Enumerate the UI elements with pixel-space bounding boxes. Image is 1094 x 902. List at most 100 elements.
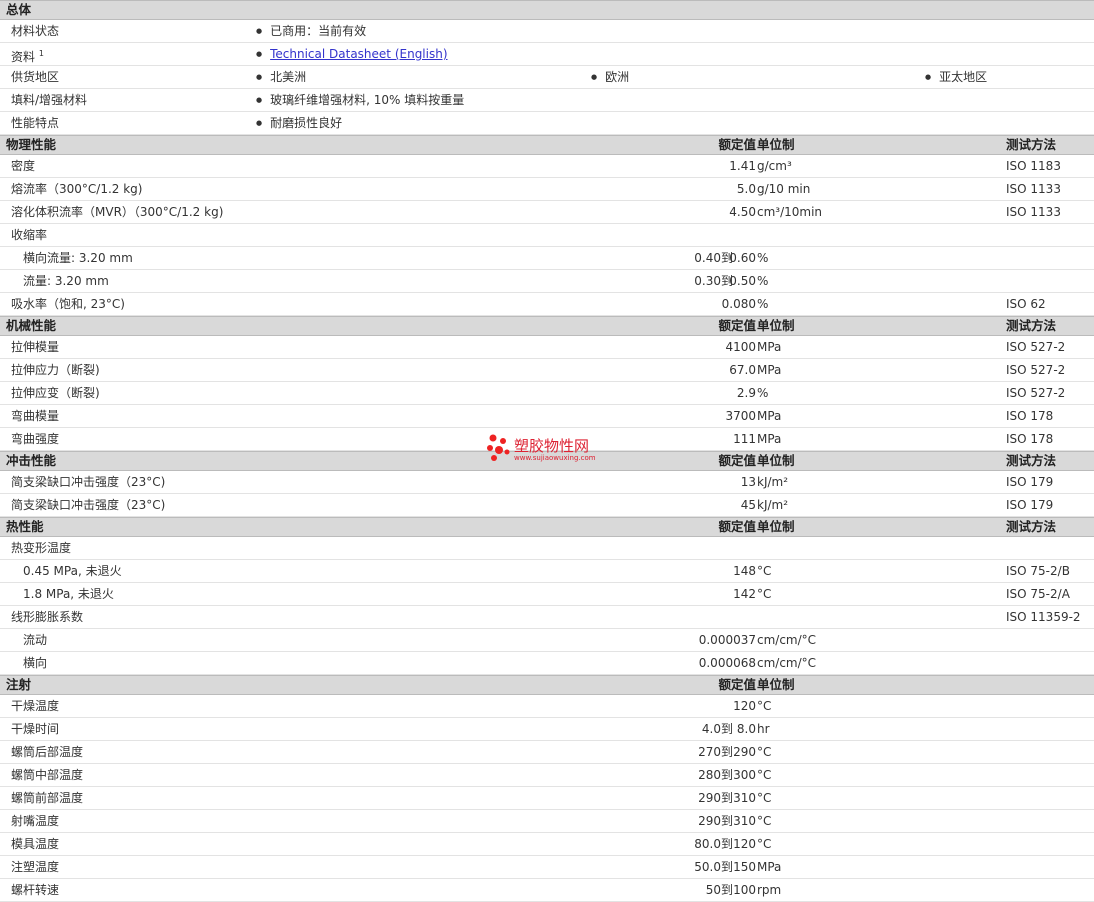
footnote-marker: 1 xyxy=(38,49,44,58)
row-features: 性能特点 耐磨损性良好 xyxy=(0,112,1094,135)
range-max: 150 xyxy=(733,860,756,874)
table-row: 熔流率（300°C/1.2 kg) 5.0 g/10 min ISO 1133 xyxy=(0,178,1094,201)
table-row: 螺杆转速 50 到 100 rpm xyxy=(0,879,1094,902)
row-documents: 资料 1 Technical Datasheet (English) xyxy=(0,43,1094,66)
row-filler: 填料/增强材料 玻璃纤维增强材料, 10% 填料按重量 xyxy=(0,89,1094,112)
range-min: 270 xyxy=(698,745,721,759)
watermark-logo: 塑胶物性网 www.sujiaowuxing.com xyxy=(484,432,614,466)
unit-value: cm/cm/°C xyxy=(757,656,817,670)
section-title: 机械性能 xyxy=(6,318,57,333)
table-row: 横向流量: 3.20 mm 0.40 到 0.60% xyxy=(0,247,1094,270)
table-row: 1.8 MPa, 未退火 142 °C ISO 75-2/A xyxy=(0,583,1094,606)
table-row: 干燥时间 4.0 到 8.0 hr xyxy=(0,718,1094,741)
region-north-america: 北美洲 xyxy=(256,66,306,90)
nominal-value: 45 xyxy=(740,498,756,512)
unit-value: MPa xyxy=(757,860,782,874)
test-method: ISO 75-2/A xyxy=(1006,587,1070,601)
range-min: 80.0 xyxy=(694,837,721,851)
range-max: 310 xyxy=(733,791,756,805)
section-title: 冲击性能 xyxy=(6,453,57,468)
property-label: 拉伸模量 xyxy=(11,340,60,354)
property-label: 螺筒前部温度 xyxy=(11,791,84,805)
unit-value: MPa xyxy=(757,409,782,423)
test-method-header: 测试方法 xyxy=(1006,453,1057,468)
range-min: 4.0 xyxy=(701,722,721,736)
property-label: 干燥时间 xyxy=(11,722,60,736)
nominal-value: 142 xyxy=(733,587,756,601)
region-asia-pacific: 亚太地区 xyxy=(925,66,987,90)
test-method: ISO 178 xyxy=(1006,409,1054,423)
property-label: 吸水率（饱和, 23°C) xyxy=(11,297,125,311)
row-availability: 供货地区 北美洲 欧洲 亚太地区 xyxy=(0,66,1094,89)
property-label: 螺筒后部温度 xyxy=(11,745,84,759)
unit-value: MPa xyxy=(757,432,782,446)
table-row: 拉伸应力（断裂) 67.0 MPa ISO 527-2 xyxy=(0,359,1094,382)
nominal-value: 0.000068 xyxy=(698,656,756,670)
range-separator: 到 xyxy=(721,860,734,874)
property-value: 玻璃纤维增强材料, 10% 填料按重量 xyxy=(256,89,464,113)
unit-value: % xyxy=(757,386,769,400)
unit-value: g/cm³ xyxy=(757,159,792,173)
table-row: 简支梁缺口冲击强度（23°C) 45 kJ/m² ISO 179 xyxy=(0,494,1094,517)
property-label: 流量: 3.20 mm xyxy=(23,274,109,288)
range-min: 290 xyxy=(698,791,721,805)
nominal-value: 120 xyxy=(733,699,756,713)
section-header: 物理性能 额定值 单位制 测试方法 xyxy=(0,135,1094,155)
nominal-header: 额定值 xyxy=(718,318,756,333)
unit-value: °C xyxy=(757,837,772,851)
range-separator: 到 xyxy=(721,791,734,805)
test-method-header: 测试方法 xyxy=(1006,318,1057,333)
property-label: 收缩率 xyxy=(11,228,48,242)
unit-header: 单位制 xyxy=(757,519,795,534)
table-row: 线形膨胀系数 ISO 11359-2 xyxy=(0,606,1094,629)
property-label: 1.8 MPa, 未退火 xyxy=(23,587,114,601)
range-max: 300 xyxy=(733,768,756,782)
range-min: 50.0 xyxy=(694,860,721,874)
property-label: 简支梁缺口冲击强度（23°C) xyxy=(11,475,166,489)
table-row: 收缩率 xyxy=(0,224,1094,247)
unit-header: 单位制 xyxy=(757,677,795,692)
property-label: 模具温度 xyxy=(11,837,60,851)
unit-header: 单位制 xyxy=(757,453,795,468)
range-separator: 到 xyxy=(721,722,734,736)
property-label: 拉伸应力（断裂) xyxy=(11,363,100,377)
table-row: 吸水率（饱和, 23°C) 0.080% ISO 62 xyxy=(0,293,1094,316)
table-row: 流量: 3.20 mm 0.30 到 0.50% xyxy=(0,270,1094,293)
test-method: ISO 11359-2 xyxy=(1006,610,1081,624)
test-method: ISO 179 xyxy=(1006,498,1054,512)
property-label: 填料/增强材料 xyxy=(11,93,88,107)
unit-value: MPa xyxy=(757,340,782,354)
unit-value: % xyxy=(757,297,769,311)
unit-value: cm/cm/°C xyxy=(757,633,817,647)
table-row: 拉伸模量 4100 MPa ISO 527-2 xyxy=(0,336,1094,359)
unit-value: °C xyxy=(757,587,772,601)
property-label: 注塑温度 xyxy=(11,860,60,874)
unit-value: °C xyxy=(757,699,772,713)
test-method-header: 测试方法 xyxy=(1006,137,1057,152)
property-label: 溶化体积流率（MVR）（300°C/1.2 kg) xyxy=(11,205,224,219)
section-title: 物理性能 xyxy=(6,137,57,152)
test-method: ISO 62 xyxy=(1006,297,1046,311)
range-separator: 到 xyxy=(721,745,734,759)
range-max: 8.0 xyxy=(736,722,756,736)
property-label: 0.45 MPa, 未退火 xyxy=(23,564,122,578)
unit-value: cm³/10min xyxy=(757,205,823,219)
table-row: 热变形温度 xyxy=(0,537,1094,560)
nominal-value: 0.080 xyxy=(721,297,756,311)
unit-value: °C xyxy=(757,745,772,759)
nominal-value: 4100 xyxy=(725,340,756,354)
section-title: 热性能 xyxy=(6,519,44,534)
nominal-header: 额定值 xyxy=(718,677,756,692)
range-min: 0.40 xyxy=(694,251,721,265)
property-label: 横向 xyxy=(23,656,48,670)
nominal-value: 67.0 xyxy=(729,363,756,377)
unit-value: % xyxy=(757,251,769,265)
property-label: 资料 1 xyxy=(11,49,44,64)
property-label: 性能特点 xyxy=(11,116,60,130)
nominal-value: 0.000037 xyxy=(698,633,756,647)
range-min: 0.30 xyxy=(694,274,721,288)
datasheet-link[interactable]: Technical Datasheet (English) xyxy=(270,47,447,61)
table-row: 拉伸应变（断裂) 2.9% ISO 527-2 xyxy=(0,382,1094,405)
property-value: 已商用：当前有效 xyxy=(256,20,366,44)
document-item: Technical Datasheet (English) xyxy=(256,43,447,67)
